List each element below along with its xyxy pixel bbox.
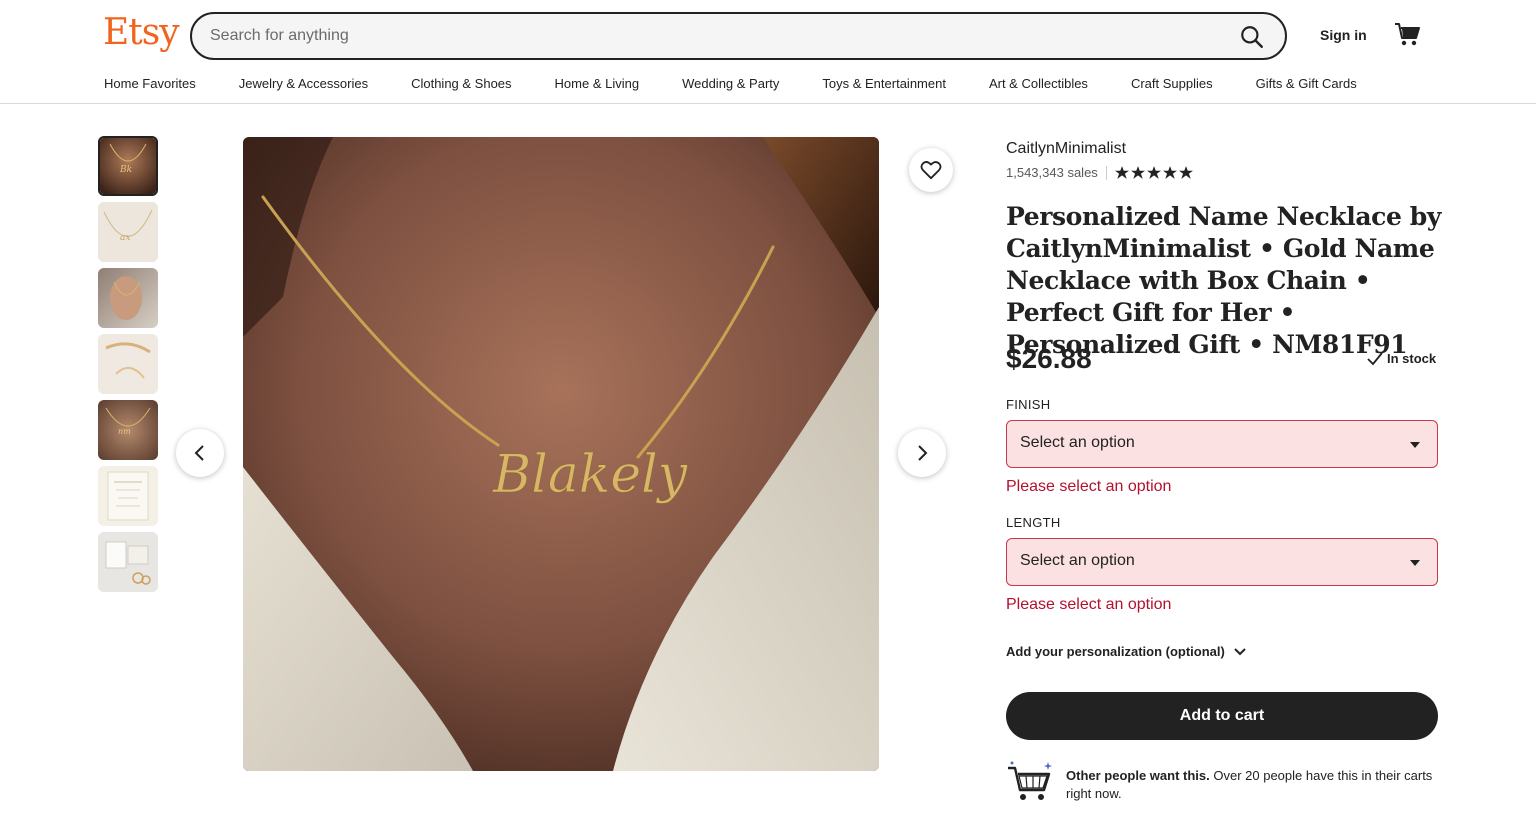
divider [1105, 165, 1107, 180]
nav-gifts-gift-cards[interactable]: Gifts & Gift Cards [1256, 76, 1357, 91]
thumbnail-2[interactable]: ax [98, 202, 158, 262]
svg-text:nm: nm [118, 427, 131, 436]
chevron-right-icon [918, 445, 928, 461]
cart-icon[interactable] [1394, 22, 1422, 48]
finish-select[interactable]: Select an option [1006, 420, 1438, 468]
nav-wedding-party[interactable]: Wedding & Party [682, 76, 779, 91]
nav-clothing-shoes[interactable]: Clothing & Shoes [411, 76, 511, 91]
etsy-logo[interactable]: Etsy [103, 12, 180, 53]
stock-status: In stock [1367, 351, 1436, 366]
sales-rating-row: 1,543,343 sales [1006, 165, 1193, 180]
stock-label: In stock [1387, 351, 1437, 366]
length-select[interactable]: Select an option [1006, 538, 1438, 586]
search-bar [190, 12, 1287, 60]
svg-text:ax: ax [120, 233, 130, 243]
site-header: Etsy Sign in Home Favorites Jewelry & Ac… [0, 0, 1536, 104]
thumbnail-4[interactable] [98, 334, 158, 394]
checkmark-icon [1367, 351, 1383, 365]
finish-label: FINISH [1006, 397, 1051, 412]
personalization-label: Add your personalization (optional) [1006, 644, 1225, 659]
star-icon [1178, 166, 1193, 179]
nav-craft-supplies[interactable]: Craft Supplies [1131, 76, 1213, 91]
star-rating[interactable] [1114, 166, 1193, 179]
nav-home-living[interactable]: Home & Living [555, 76, 640, 91]
thumbnail-3[interactable] [98, 268, 158, 328]
favorite-button[interactable] [909, 148, 953, 192]
shop-name-link[interactable]: CaitlynMinimalist [1006, 140, 1126, 158]
sign-in-link[interactable]: Sign in [1320, 27, 1367, 43]
product-price: $26.88 [1006, 343, 1092, 374]
caret-down-icon [1410, 560, 1420, 566]
caret-down-icon [1410, 442, 1420, 448]
search-icon[interactable] [1239, 24, 1265, 50]
nav-toys-entertainment[interactable]: Toys & Entertainment [822, 76, 946, 91]
nav-art-collectibles[interactable]: Art & Collectibles [989, 76, 1088, 91]
nav-home-favorites[interactable]: Home Favorites [104, 76, 196, 91]
chevron-down-icon [1234, 647, 1246, 655]
svg-text:Bk: Bk [119, 165, 132, 175]
length-label: LENGTH [1006, 515, 1061, 530]
thumbnail-6[interactable] [98, 466, 158, 526]
star-icon [1130, 166, 1145, 179]
necklace-nameplate: Blakely [492, 445, 688, 505]
heart-icon [920, 161, 942, 180]
add-to-cart-button[interactable]: Add to cart [1006, 692, 1438, 740]
thumbnail-5[interactable]: nm [98, 400, 158, 460]
personalization-toggle[interactable]: Add your personalization (optional) [1006, 644, 1247, 659]
prev-image-button[interactable] [176, 429, 224, 477]
product-title: Personalized Name Necklace by CaitlynMin… [1006, 202, 1441, 359]
sales-count: 1,543,343 sales [1006, 165, 1098, 180]
star-icon [1114, 166, 1129, 179]
demand-bold: Other people want this. [1066, 768, 1210, 783]
length-select-value: Select an option [1020, 552, 1135, 569]
cart-demand-icon [1006, 760, 1054, 804]
demand-text: Other people want this. Over 20 people h… [1066, 767, 1438, 803]
thumbnail-1[interactable]: Bk [98, 136, 158, 196]
thumbnail-7[interactable] [98, 532, 158, 592]
category-nav: Home Favorites Jewelry & Accessories Clo… [104, 76, 1357, 91]
finish-select-value: Select an option [1020, 434, 1135, 451]
nav-jewelry-accessories[interactable]: Jewelry & Accessories [239, 76, 368, 91]
search-input[interactable] [210, 24, 1210, 48]
thumbnail-list: Bk ax nm [98, 136, 158, 598]
finish-error: Please select an option [1006, 478, 1172, 495]
star-icon [1162, 166, 1177, 179]
next-image-button[interactable] [898, 429, 946, 477]
product-main-image: Blakely [243, 137, 879, 771]
star-icon [1146, 166, 1161, 179]
length-error: Please select an option [1006, 596, 1172, 613]
chevron-left-icon [194, 445, 204, 461]
